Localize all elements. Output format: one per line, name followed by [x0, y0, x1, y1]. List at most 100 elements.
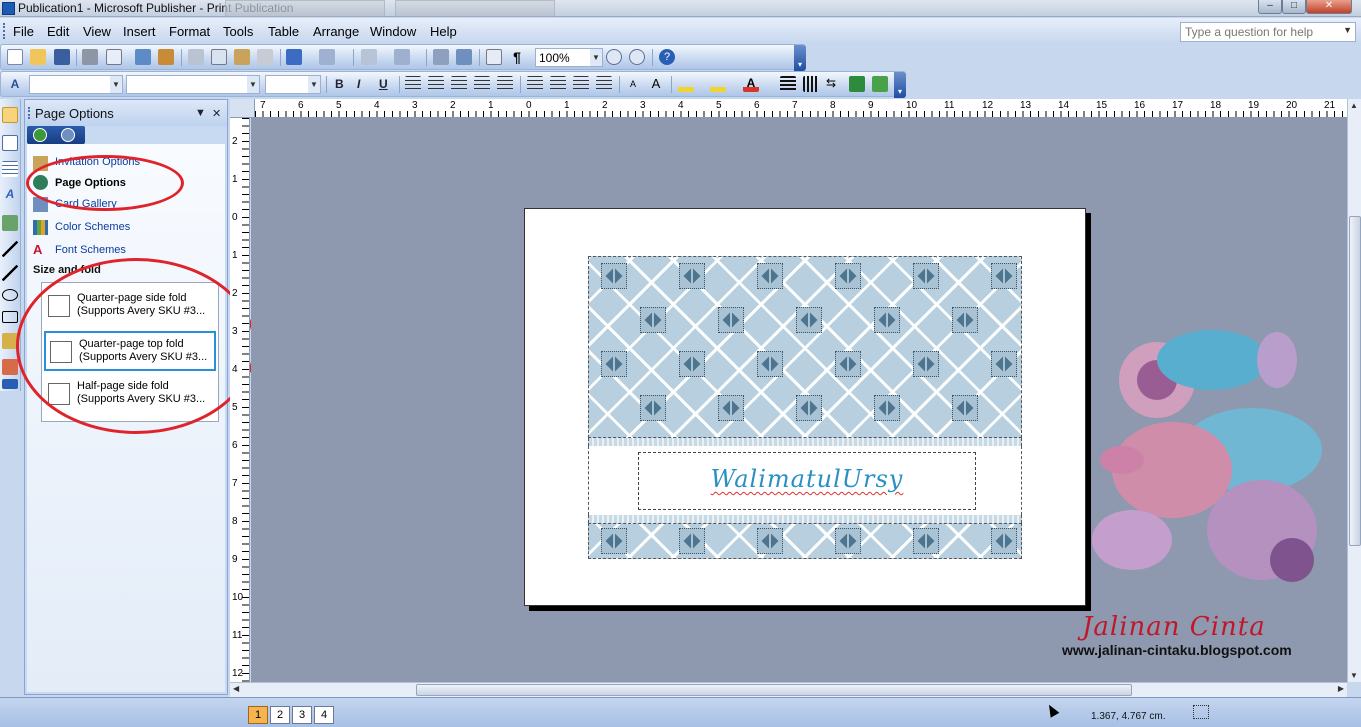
insert-hyperlink-icon[interactable] — [433, 49, 449, 65]
menu-window[interactable]: Window — [370, 24, 416, 39]
rotate-icon[interactable] — [394, 49, 410, 65]
save-icon[interactable] — [54, 49, 70, 65]
help-search-input[interactable]: Type a question for help ▼ — [1180, 22, 1356, 42]
shadow-style-icon[interactable] — [849, 76, 865, 92]
insert-table-icon[interactable] — [2, 161, 18, 177]
decrease-indent-icon[interactable] — [573, 76, 589, 92]
scroll-up-icon[interactable]: ▲ — [1350, 101, 1358, 110]
menu-file[interactable]: File — [13, 24, 34, 39]
arrow-icon[interactable] — [2, 265, 18, 281]
underline-button[interactable]: U — [379, 77, 388, 91]
line-spacing-icon[interactable] — [497, 76, 513, 92]
page-tab[interactable]: 2 — [270, 706, 290, 724]
chevron-down-icon[interactable]: ▼ — [247, 76, 259, 93]
chevron-down-icon[interactable]: ▼ — [308, 76, 320, 93]
chevron-down-icon[interactable]: ▼ — [590, 49, 602, 66]
fill-color-icon[interactable] — [678, 76, 694, 92]
menu-insert[interactable]: Insert — [123, 24, 156, 39]
menu-tools[interactable]: Tools — [223, 24, 253, 39]
font-name-select[interactable]: ▼ — [126, 75, 260, 94]
publisher-app-icon[interactable] — [2, 2, 15, 15]
menu-arrange[interactable]: Arrange — [313, 24, 359, 39]
style-select[interactable]: ▼ — [29, 75, 123, 94]
vertical-ruler[interactable]: 2 1 0 1 2 3 4 5 6 7 8 9 10 11 12 — [230, 118, 250, 682]
scroll-left-icon[interactable]: ◀ — [233, 684, 239, 693]
align-right-icon[interactable] — [451, 76, 467, 92]
select-objects-icon[interactable] — [2, 107, 18, 123]
line-icon[interactable] — [2, 241, 18, 257]
web-preview-icon[interactable] — [456, 49, 472, 65]
line-color-icon[interactable] — [710, 76, 726, 92]
oval-icon[interactable] — [2, 289, 18, 301]
redo-icon[interactable] — [319, 49, 335, 65]
close-button[interactable]: ✕ — [1306, 0, 1352, 14]
help-icon[interactable]: ? — [659, 49, 675, 65]
design-gallery-icon[interactable] — [2, 359, 18, 375]
bullets-icon[interactable] — [550, 76, 566, 92]
link-color-schemes[interactable]: Color Schemes — [55, 221, 130, 233]
paste-icon[interactable] — [234, 49, 250, 65]
text-box-icon[interactable] — [2, 135, 18, 151]
toolbar-overflow-icon[interactable] — [2, 379, 18, 389]
task-pane-grip[interactable] — [28, 107, 30, 119]
horizontal-ruler[interactable]: 7 6 5 4 3 2 1 0 1 2 3 4 5 6 7 8 9 10 11 12 13 14 15 16 17 18 19 20 2… — [230, 99, 1347, 118]
undo-icon[interactable] — [286, 49, 302, 65]
align-center-icon[interactable] — [428, 76, 444, 92]
menu-view[interactable]: View — [83, 24, 111, 39]
menu-help[interactable]: Help — [430, 24, 457, 39]
italic-button[interactable]: I — [357, 77, 360, 91]
font-color-icon[interactable]: A — [743, 76, 759, 92]
title-text-box[interactable]: WalimatulUrsy — [638, 452, 976, 510]
columns-icon[interactable] — [486, 49, 502, 65]
bring-forward-icon[interactable] — [361, 49, 377, 65]
arrow-style-icon[interactable]: ⇆ — [826, 76, 842, 92]
ruler-corner[interactable] — [230, 99, 255, 118]
minimize-button[interactable]: – — [1258, 0, 1282, 14]
wordart-icon[interactable]: A — [2, 187, 18, 203]
chevron-down-icon[interactable]: ▼ — [110, 76, 122, 93]
bold-button[interactable]: B — [335, 77, 344, 91]
card-pattern-top[interactable] — [588, 256, 1022, 438]
increase-indent-icon[interactable] — [596, 76, 612, 92]
open-icon[interactable] — [30, 49, 46, 65]
zoom-select[interactable]: 100% ▼ — [535, 48, 603, 67]
scroll-right-icon[interactable]: ▶ — [1338, 684, 1344, 693]
styles-icon[interactable]: A — [7, 76, 23, 92]
picture-frame-icon[interactable] — [2, 215, 18, 231]
spelling-icon[interactable] — [135, 49, 151, 65]
print-icon[interactable] — [82, 49, 98, 65]
numbering-icon[interactable] — [527, 76, 543, 92]
scroll-thumb[interactable] — [416, 684, 1132, 696]
menu-format[interactable]: Format — [169, 24, 210, 39]
scroll-thumb[interactable] — [1349, 216, 1361, 546]
decrease-font-size-icon[interactable]: A — [625, 76, 641, 92]
align-left-icon[interactable] — [405, 76, 421, 92]
forward-icon[interactable] — [61, 128, 75, 142]
page-tab[interactable]: 1 — [248, 706, 268, 724]
toolbar-options-button[interactable]: ▾ — [894, 72, 906, 98]
format-painter-icon[interactable] — [257, 49, 273, 65]
page-tab[interactable]: 4 — [314, 706, 334, 724]
justify-icon[interactable] — [474, 76, 490, 92]
scroll-down-icon[interactable]: ▼ — [1350, 671, 1358, 680]
maximize-button[interactable]: □ — [1282, 0, 1306, 14]
close-icon[interactable]: ✕ — [212, 107, 221, 120]
link-font-schemes[interactable]: Font Schemes — [55, 244, 126, 256]
toolbar-options-button[interactable]: ▾ — [794, 45, 806, 71]
card-pattern-bottom[interactable] — [588, 523, 1022, 559]
chevron-down-icon[interactable]: ▼ — [1343, 25, 1352, 35]
pilcrow-icon[interactable]: ¶ — [509, 49, 525, 65]
menu-edit[interactable]: Edit — [47, 24, 69, 39]
horizontal-scrollbar[interactable]: ◀ ▶ — [230, 682, 1347, 697]
font-size-select[interactable]: ▼ — [265, 75, 321, 94]
task-pane-menu-icon[interactable]: ▼ — [195, 107, 206, 119]
publication-page[interactable]: WalimatulUrsy — [524, 208, 1086, 606]
increase-font-size-icon[interactable]: A — [648, 76, 664, 92]
print-preview-icon[interactable] — [106, 49, 122, 65]
menu-table[interactable]: Table — [268, 24, 299, 39]
rectangle-icon[interactable] — [2, 311, 18, 323]
card-title[interactable]: WalimatulUrsy — [639, 465, 975, 493]
back-icon[interactable] — [33, 128, 47, 142]
vertical-scrollbar[interactable]: ▲ ▼ — [1347, 99, 1361, 682]
line-style-icon[interactable] — [780, 76, 796, 92]
